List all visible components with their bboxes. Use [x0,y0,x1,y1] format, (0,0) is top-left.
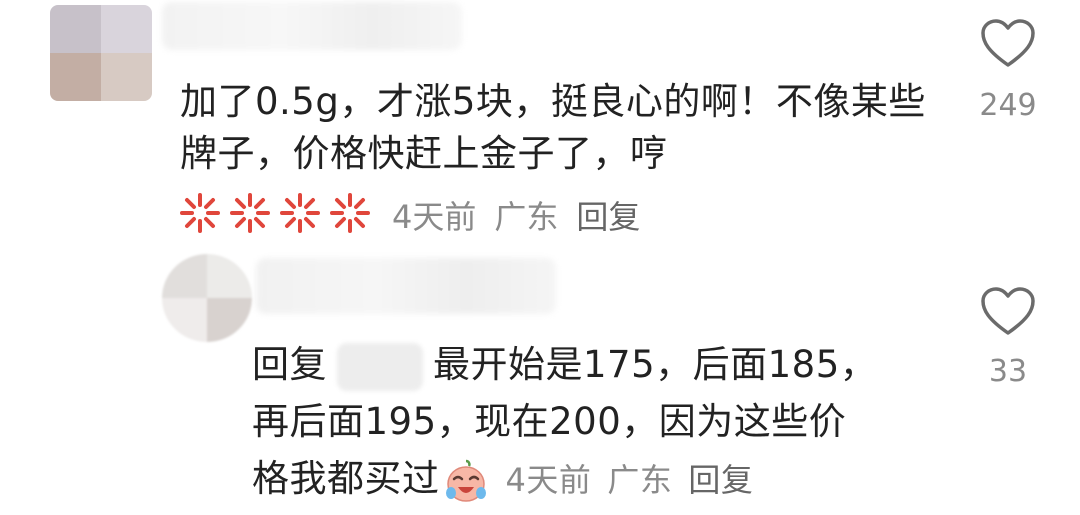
reply-comment-text: 回复 最开始是175，后面185， 再后面195，现在200，因为这些价 格我都买… [252,336,912,509]
username-obscured[interactable] [162,2,462,50]
crying-laughing-icon [445,459,486,502]
heart-outline-icon[interactable] [980,18,1036,70]
reply-text-line1: 最开始是175，后面185， [433,343,878,386]
angry-face-icon [180,193,220,233]
reply-text-line3: 格我都买过 [252,457,440,500]
comment-text: 加了0.5g，才涨5块，挺良心的啊！不像某些牌子，价格快赶上金子了，哼 [180,80,926,175]
reply-line-1: 回复 最开始是175，后面185， [252,336,912,393]
reply-prefix: 回复 [252,343,327,386]
mentioned-user-obscured[interactable] [337,342,423,391]
reply-line-2: 再后面195，现在200，因为这些价 [252,400,847,443]
avatar[interactable] [162,254,252,342]
avatar[interactable] [50,5,152,101]
angry-face-icon [280,193,320,233]
username-obscured[interactable] [256,258,556,314]
like-button[interactable] [978,18,1038,74]
comment-location: 广东 [607,461,673,499]
like-button[interactable] [978,286,1038,342]
comment-meta: 4天前 广东 回复 [506,461,754,499]
heart-outline-icon[interactable] [980,286,1036,338]
comment-location: 广东 [494,198,559,236]
comment-time: 4天前 [505,461,592,499]
reply-line-3: 格我都买过 4天前 广东 回复 [252,450,912,509]
reply-button[interactable]: 回复 [688,461,753,499]
angry-face-icon [230,193,270,233]
like-count: 33 [988,354,1028,389]
comment-time: 4天前 [392,198,477,236]
comment-meta: 4天前 广东 回复 [392,190,640,240]
reply-button[interactable]: 回复 [576,192,640,238]
reaction-emoji-row [176,188,374,238]
like-count: 249 [979,88,1037,123]
angry-face-icon [330,193,370,233]
